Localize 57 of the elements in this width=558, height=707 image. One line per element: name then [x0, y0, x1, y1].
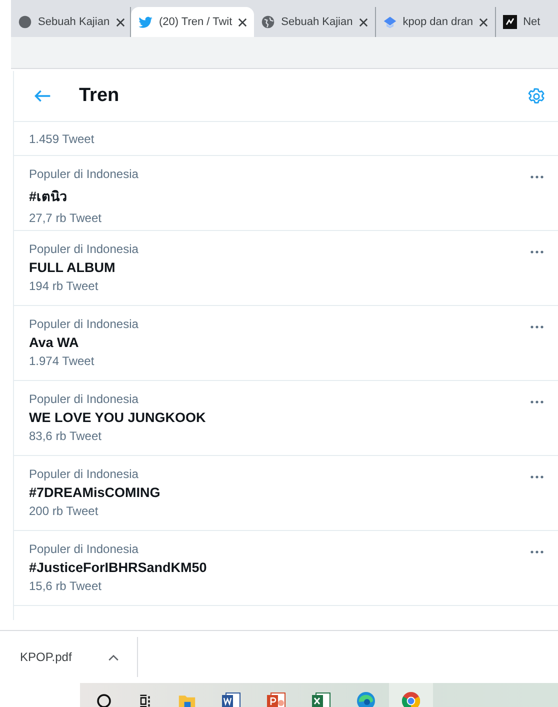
close-icon[interactable]: [479, 18, 488, 26]
tab-title: Sebuah Kajian: [38, 16, 110, 28]
more-icon[interactable]: [530, 550, 544, 554]
word-icon[interactable]: [221, 690, 241, 707]
tweet-count: 1.459 Tweet: [29, 132, 94, 146]
trend-name: #JusticeForIBHRSandKM50: [29, 560, 207, 575]
bird-icon: [138, 14, 153, 30]
tweet-count: 27,7 rb Tweet: [29, 211, 102, 225]
trend-name: #เตนิว: [29, 188, 69, 206]
trend-context: Populer di Indonesia: [29, 317, 138, 331]
trend-context: Populer di Indonesia: [29, 242, 138, 256]
trend-item[interactable]: Populer di Indonesia #7DREAMisCOMING 200 rb Tweet: [14, 456, 558, 531]
browser-tab[interactable]: Net: [496, 7, 558, 37]
graduation-cap-icon: [382, 15, 397, 29]
trend-name: Ava WA: [29, 335, 80, 350]
trend-context: Populer di Indonesia: [29, 542, 140, 556]
more-icon[interactable]: [530, 475, 544, 479]
tweet-count: 83,6 rb Tweet: [29, 429, 102, 443]
close-icon[interactable]: [238, 18, 248, 26]
chrome-icon[interactable]: [401, 690, 421, 707]
trend-context: Populer di Indonesia: [29, 467, 140, 481]
trend-item[interactable]: Populer di Indonesia WE LOVE YOU JUNGKOOK 83,6 rb Tweet: [14, 381, 558, 456]
chevron-up-icon[interactable]: [108, 654, 119, 660]
excel-icon[interactable]: [311, 690, 331, 707]
page-title: Tren: [79, 85, 120, 107]
trend-item[interactable]: Populer di Indonesia FULL ALBUM 194 rb Tweet: [14, 231, 558, 306]
close-icon[interactable]: [116, 18, 125, 26]
more-icon[interactable]: [530, 325, 544, 329]
trend-item[interactable]: Populer di Indonesia Ava WA 1.974 Tweet: [14, 306, 558, 381]
powerpoint-icon[interactable]: [266, 690, 286, 707]
more-icon[interactable]: [530, 175, 544, 179]
tab-title: kpop dan dran: [402, 16, 474, 28]
more-icon[interactable]: [530, 400, 544, 404]
settings-icon[interactable]: [527, 86, 546, 106]
task-view-icon[interactable]: [137, 692, 153, 707]
tweet-count: 15,6 rb Tweet: [29, 579, 102, 593]
edge-icon[interactable]: [356, 690, 376, 707]
trend-name: WE LOVE YOU JUNGKOOK: [29, 410, 206, 425]
logo-icon: [503, 15, 518, 29]
file-name: KPOP.pdf: [20, 650, 72, 664]
download-item[interactable]: KPOP.pdf: [0, 637, 138, 677]
browser-tab[interactable]: (20) Tren / Twit: [131, 7, 254, 37]
back-arrow-icon[interactable]: [34, 89, 51, 103]
tab-title: (20) Tren / Twit: [159, 16, 232, 28]
tweet-count: 194 rb Tweet: [29, 279, 100, 293]
trend-name: FULL ALBUM: [29, 260, 116, 275]
tab-title: Sebuah Kajian: [281, 16, 353, 28]
more-icon[interactable]: [530, 250, 544, 254]
trend-context: Populer di Indonesia: [29, 392, 140, 406]
tab-title: Net: [523, 16, 542, 28]
trend-item[interactable]: Populer di Indonesia #เตนิว 27,7 rb Tweet: [14, 156, 558, 231]
trend-name: #7DREAMisCOMING: [29, 485, 160, 500]
tweet-count: 200 rb Tweet: [29, 504, 100, 518]
close-icon[interactable]: [358, 18, 368, 26]
trend-context: Populer di Indonesia: [29, 167, 138, 181]
tweet-count: 1.974 Tweet: [29, 354, 96, 368]
trend-item[interactable]: Populer di Indonesia #JusticeForIBHRSandKM50 15,6 rb Tweet: [14, 531, 558, 606]
